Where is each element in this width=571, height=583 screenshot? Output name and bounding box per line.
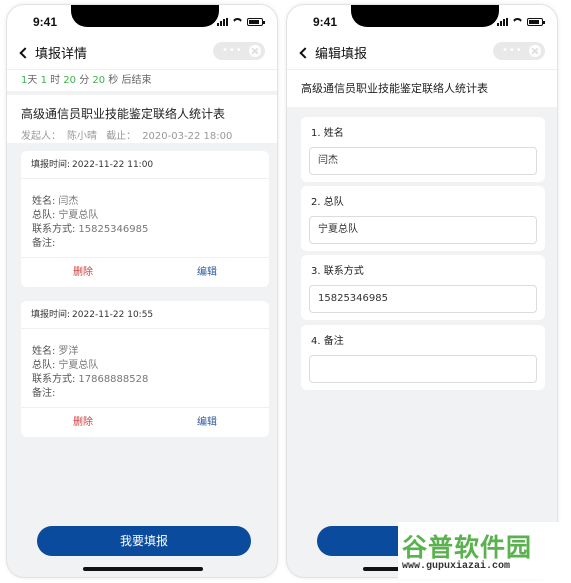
record-field: 总队: 宁夏总队 [32, 360, 99, 371]
contact-input[interactable]: 15825346985 [309, 285, 537, 313]
initiator: 陈小晴 [67, 131, 97, 142]
watermark-logo: 谷普软件园 www.gupuxiazai.com [398, 522, 568, 579]
countdown: 1天 1 时 20 分 20 秒 后结束 [7, 69, 277, 91]
team-input[interactable]: 宁夏总队 [309, 216, 537, 244]
status-time: 9:41 [313, 15, 338, 29]
survey-header: 高级通信员职业技能鉴定联络人统计表 发起人： 陈小晴 截止： 2020-03-22 … [7, 95, 277, 143]
nav-bar: 编辑填报 ••• [287, 35, 557, 69]
status-bar: 9:41 [7, 5, 277, 35]
chevron-left-icon [299, 47, 311, 59]
detail-screen: 9:41 填报详情 ••• 1天 1 时 20 分 20 秒 后结束 高级通信员… [6, 4, 278, 578]
watermark-url: www.gupuxiazai.com [402, 561, 511, 572]
record-field: 总队: 宁夏总队 [32, 210, 99, 221]
chevron-left-icon [19, 47, 31, 59]
edit-button[interactable]: 编辑 [145, 258, 269, 287]
record-time: 填报时间: 2022-11-22 10:55 [21, 301, 269, 329]
record-card: 填报时间: 2022-11-22 10:55 姓名: 罗洋 总队: 宁夏总队 联系方式… [21, 301, 269, 437]
wifi-icon [512, 18, 523, 26]
more-icon[interactable]: ••• [502, 46, 523, 56]
page-title: 编辑填报 [315, 47, 368, 62]
back-button[interactable]: 填报详情 [19, 43, 88, 62]
name-input[interactable]: 闫杰 [309, 147, 537, 175]
remark-input[interactable] [309, 355, 537, 383]
record-body: 姓名: 闫杰 总队: 宁夏总队 联系方式: 15825346985 备注: [21, 179, 269, 257]
record-field: 联系方式: 15825346985 [32, 224, 149, 235]
notch [71, 5, 219, 27]
record-time: 填报时间: 2022-11-22 11:00 [21, 151, 269, 179]
miniapp-capsule[interactable]: ••• [493, 42, 545, 60]
delete-button[interactable]: 删除 [21, 408, 145, 437]
signal-icon [497, 18, 508, 26]
record-body: 姓名: 罗洋 总队: 宁夏总队 联系方式: 17868888528 备注: [21, 329, 269, 407]
battery-icon [247, 18, 265, 26]
record-field: 备注: [32, 238, 56, 249]
close-icon[interactable] [529, 45, 541, 57]
field-label: 3. 联系方式 [311, 266, 364, 277]
submit-button[interactable]: 我要填报 [37, 526, 251, 556]
edit-screen: 9:41 编辑填报 ••• 高级通信员职业技能鉴定联络人统计表 1. 姓名 闫杰… [286, 4, 558, 578]
status-time: 9:41 [33, 15, 58, 29]
battery-icon [527, 18, 545, 26]
record-field: 备注: [32, 388, 56, 399]
field-label: 1. 姓名 [311, 128, 344, 139]
record-field: 联系方式: 17868888528 [32, 374, 149, 385]
form-field-remark: 4. 备注 [301, 325, 545, 390]
record-field: 姓名: 罗洋 [32, 346, 79, 357]
record-actions: 删除 编辑 [21, 257, 269, 287]
survey-title: 高级通信员职业技能鉴定联络人统计表 [21, 107, 226, 121]
edit-button[interactable]: 编辑 [145, 408, 269, 437]
field-label: 2. 总队 [311, 197, 344, 208]
system-icons [217, 17, 265, 27]
home-indicator [83, 567, 203, 571]
miniapp-capsule[interactable]: ••• [213, 42, 265, 60]
record-card: 填报时间: 2022-11-22 11:00 姓名: 闫杰 总队: 宁夏总队 联系方式… [21, 151, 269, 287]
form-field-contact: 3. 联系方式 15825346985 [301, 255, 545, 320]
signal-icon [217, 18, 228, 26]
form-field-team: 2. 总队 宁夏总队 [301, 186, 545, 251]
field-label: 4. 备注 [311, 336, 344, 347]
status-bar: 9:41 [287, 5, 557, 35]
watermark-text: 谷普软件园 [402, 533, 533, 562]
delete-button[interactable]: 删除 [21, 258, 145, 287]
back-button[interactable]: 编辑填报 [299, 43, 368, 62]
deadline: 2020-03-22 18:00 [142, 131, 233, 142]
wifi-icon [232, 18, 243, 26]
more-icon[interactable]: ••• [222, 46, 243, 56]
record-actions: 删除 编辑 [21, 407, 269, 437]
form-title: 高级通信员职业技能鉴定联络人统计表 [287, 69, 557, 107]
form-field-name: 1. 姓名 闫杰 [301, 117, 545, 182]
system-icons [497, 17, 545, 27]
survey-meta: 发起人： 陈小晴 截止： 2020-03-22 18:00 [21, 131, 233, 142]
notch [351, 5, 499, 27]
nav-bar: 填报详情 ••• [7, 35, 277, 69]
page-title: 填报详情 [35, 47, 88, 62]
record-field: 姓名: 闫杰 [32, 196, 79, 207]
close-icon[interactable] [249, 45, 261, 57]
